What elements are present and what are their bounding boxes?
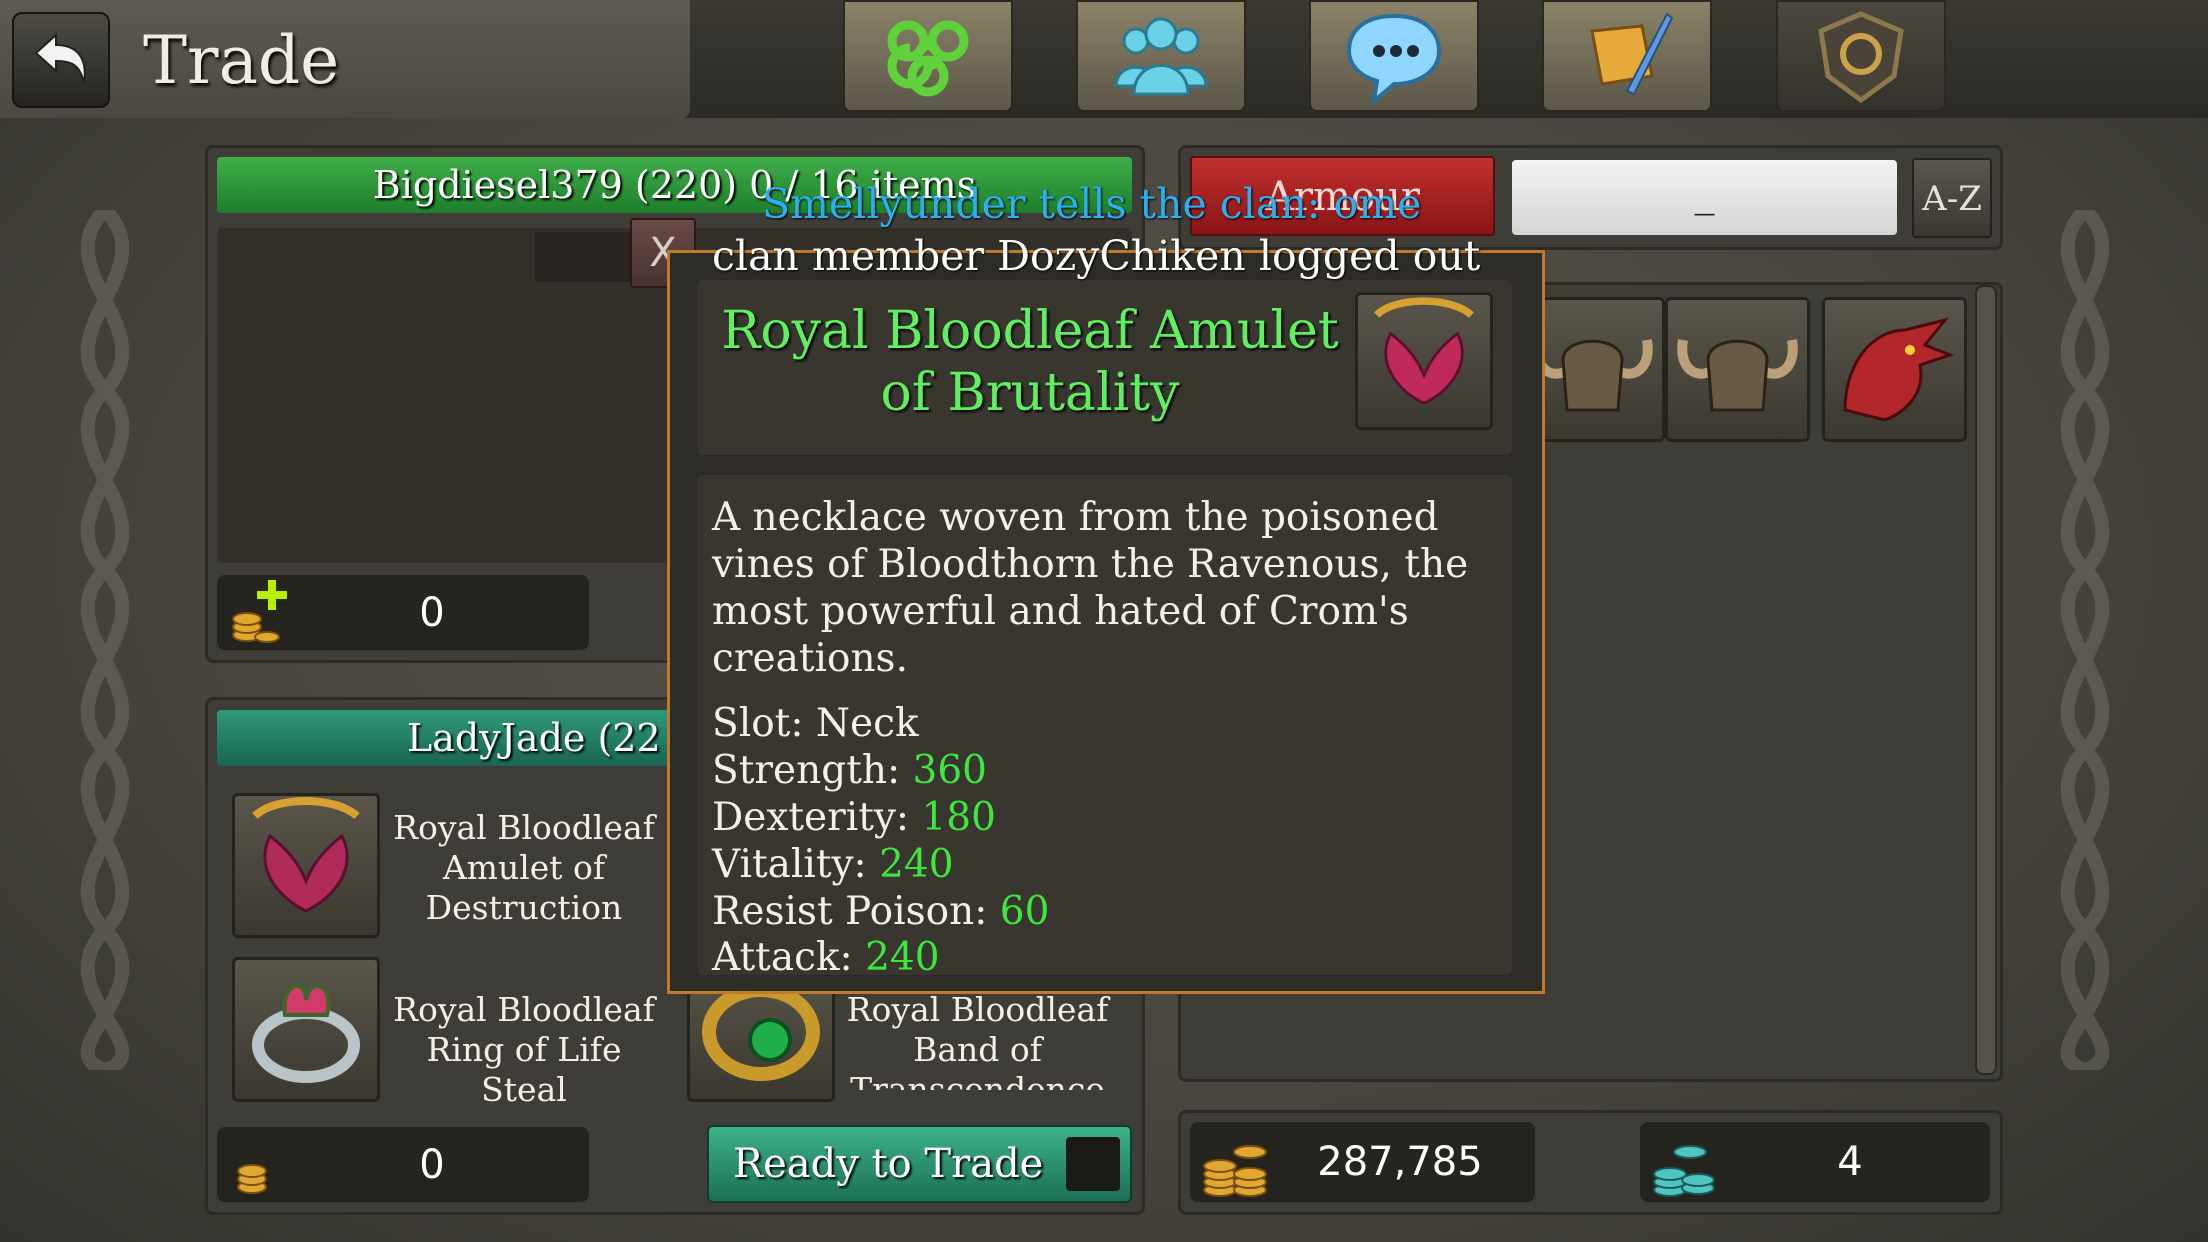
other-gold-box: 0 [217,1127,589,1202]
nav-button-quest[interactable] [1542,0,1712,112]
tooltip-description: A necklace woven from the poisoned vines… [712,495,1469,681]
offer-item-amulet-slot[interactable] [232,793,380,938]
stat-dexterity: Dexterity: 180 [712,795,996,841]
nav-button-spiral[interactable] [843,0,1013,112]
add-gold-icon [232,580,287,643]
group-icon [1114,17,1208,96]
stat-resist-poison: Resist Poison: 60 [712,889,1049,935]
dragon-helm-icon [1843,317,1955,422]
amulet-icon [1373,297,1474,405]
offer-item-ring-name: Royal Bloodleaf Ring of Life Steal [393,990,655,1109]
stat-strength-value: 360 [912,748,987,793]
inventory-slot-dragon-helm[interactable] [1822,297,1967,442]
inventory-slot-horned-helm-2[interactable] [1665,297,1810,442]
horned-helm-icon [1677,339,1798,412]
amulet-icon [252,797,360,913]
quest-scroll-icon [1590,12,1674,96]
clan-shield-icon [1818,11,1904,104]
inventory-gems-value: 4 [1837,1139,1863,1185]
chat-message-system: clan member DozyChiken logged out [712,232,1481,280]
sort-az-button[interactable]: A-Z [1912,158,1992,238]
spiral-icon [887,20,969,97]
tooltip-title: Royal Bloodleaf Amulet of Brutality [721,301,1339,423]
stat-resist-poison-value: 60 [999,889,1050,934]
inventory-gems-box: 4 [1640,1122,1990,1202]
stat-resist-poison-label: Resist Poison: [712,889,988,934]
stat-attack-value: 240 [865,935,940,980]
ring-icon [252,983,360,1083]
stat-attack: Attack: 240 [712,935,940,981]
tooltip-item-image [1355,292,1493,430]
stat-strength: Strength: 360 [712,748,987,794]
stat-vitality-value: 240 [879,842,954,887]
page-title: Trade [143,22,340,99]
celtic-knot-right-decoration [2060,210,2110,1070]
stat-slot: Slot: Neck [712,701,919,747]
stat-attack-label: Attack: [712,935,853,980]
my-gold-box[interactable]: 0 [217,575,589,650]
nav-button-clan[interactable] [1776,0,1946,112]
stat-slot-value: Neck [815,701,919,746]
stat-vitality: Vitality: 240 [712,842,954,888]
stat-dexterity-value: 180 [921,795,996,840]
ready-checkbox[interactable] [1066,1137,1120,1191]
gold-stack-icon [1203,1145,1267,1197]
nav-button-group[interactable] [1076,0,1246,112]
my-gold-value: 0 [419,589,445,636]
stat-dexterity-label: Dexterity: [712,795,910,840]
ready-to-trade-label: Ready to Trade [733,1141,1044,1187]
other-gold-value: 0 [419,1141,445,1188]
nav-button-chat[interactable] [1309,0,1479,112]
inventory-scrollbar[interactable] [1975,285,1997,1075]
inventory-gold-value: 287,785 [1317,1139,1483,1185]
stat-strength-label: Strength: [712,748,901,793]
chat-icon [1346,13,1442,106]
offer-item-ring-slot[interactable] [232,957,380,1102]
back-button[interactable] [12,12,110,108]
gem-coins-icon [1653,1145,1715,1197]
chat-message-clan: Smellyunder tells the clan: ome [762,180,1422,228]
ready-to-trade-button[interactable]: Ready to Trade [707,1125,1132,1203]
back-arrow-icon [34,32,86,84]
stat-vitality-label: Vitality: [712,842,867,887]
gold-coins-icon [237,1164,267,1194]
offer-item-amulet-name: Royal Bloodleaf Amulet of Destruction [393,808,655,927]
inventory-gold-box: 287,785 [1190,1122,1535,1202]
stat-slot-label: Slot: [712,701,804,746]
celtic-knot-left-decoration [80,210,130,1070]
search-input[interactable]: _ [1512,160,1897,235]
offer-item-band-name: Royal Bloodleaf Band of Transcendence [846,990,1109,1090]
